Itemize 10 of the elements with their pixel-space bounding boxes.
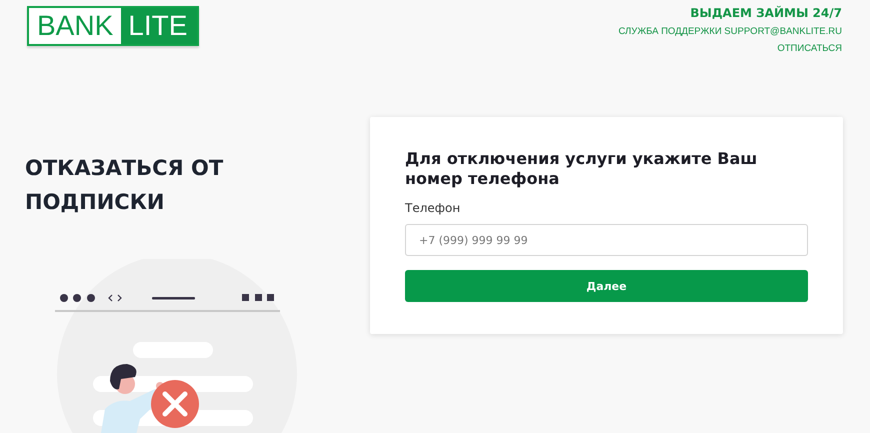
- unsubscribe-link[interactable]: ОТПИСАТЬСЯ: [777, 43, 842, 54]
- slogan-text: ВЫДАЕМ ЗАЙМЫ 24/7: [690, 6, 842, 20]
- page-heading: ОТКАЗАТЬСЯ ОТ ПОДПИСКИ: [25, 155, 224, 216]
- form-title: Для отключения услуги укажите Ваш номер телефона: [405, 149, 758, 189]
- next-button[interactable]: Далее: [405, 270, 808, 302]
- phone-input-field[interactable]: +7 (999) 999 99 99: [405, 224, 808, 256]
- phone-label: Телефон: [405, 201, 462, 215]
- logo-text: BANK: [36, 9, 114, 43]
- support-text: СЛУЖБА ПОДДЕРЖКИ SUPPORT@BANKLITE.RU: [618, 26, 842, 37]
- logo-text: LITE: [121, 8, 198, 44]
